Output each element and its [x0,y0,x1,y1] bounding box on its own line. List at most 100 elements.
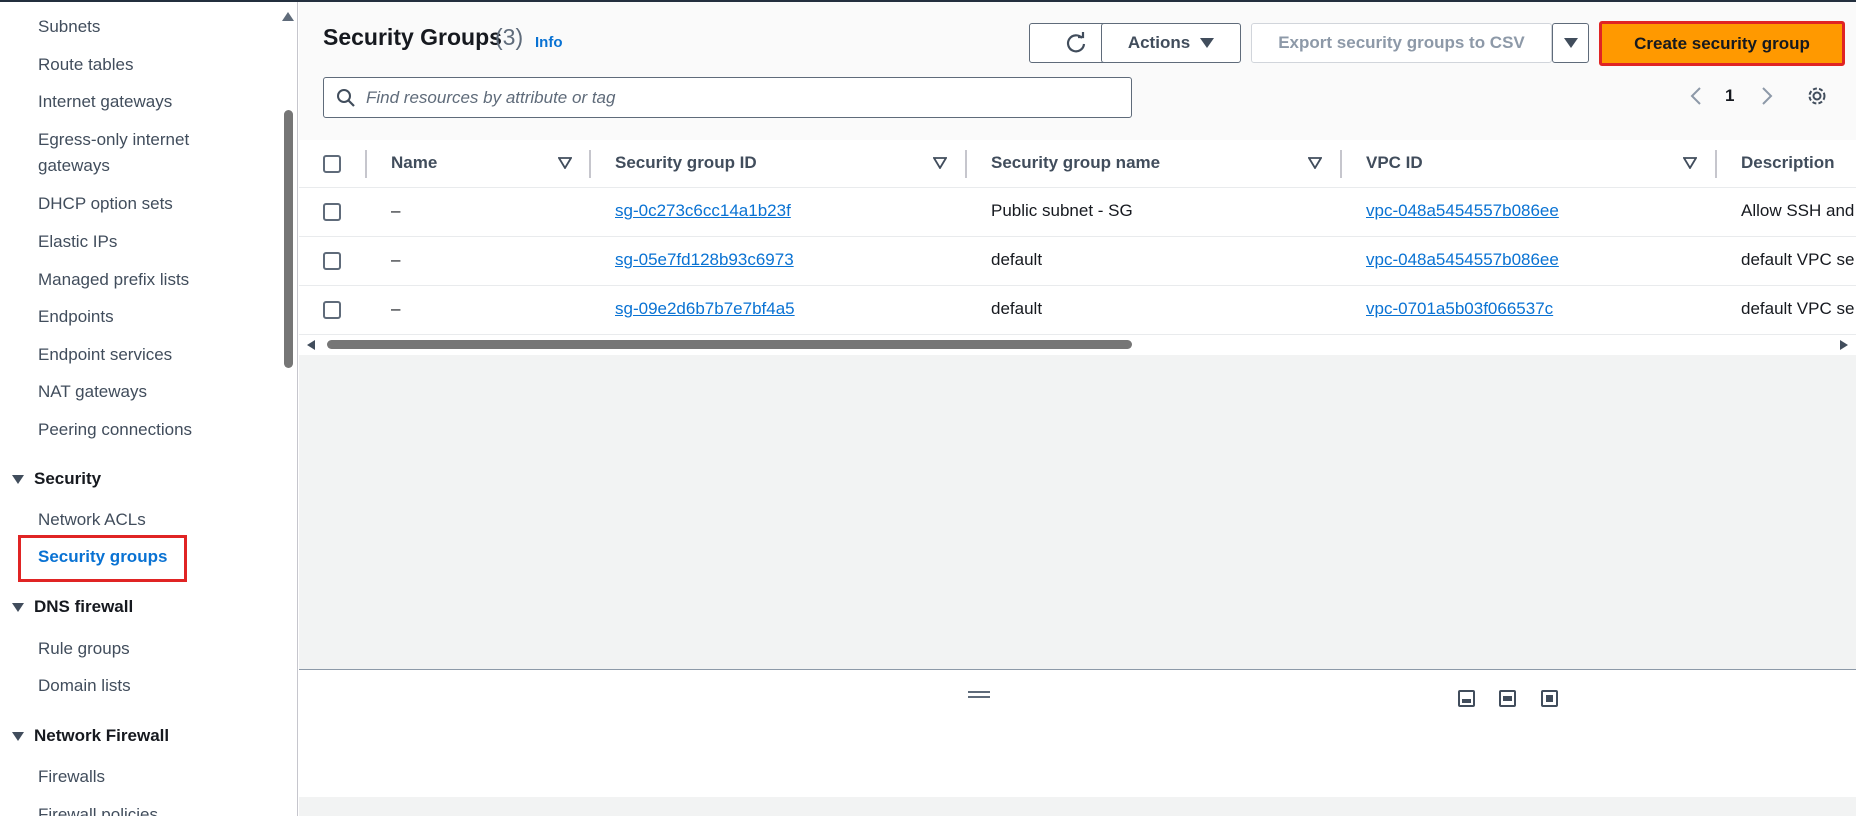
actions-button[interactable]: Actions [1101,23,1241,63]
row-checkbox[interactable] [323,301,341,319]
table-row[interactable]: – sg-05e7fd128b93c6973 default vpc-048a5… [299,237,1856,286]
cell-security-group-name: default [991,299,1043,318]
scroll-up-arrow-icon[interactable] [282,12,294,21]
cell-vpc-id-link[interactable]: vpc-048a5454557b086ee [1366,201,1559,221]
sort-icon[interactable] [1308,157,1322,169]
sidebar-item-firewall-policies[interactable]: Firewall policies [38,802,158,816]
sidebar-item-domain-lists[interactable]: Domain lists [38,673,131,699]
column-divider [365,150,367,178]
drag-handle-icon[interactable] [968,691,990,700]
cell-vpc-id-link[interactable]: vpc-048a5454557b086ee [1366,250,1559,270]
sidebar-item-endpoints[interactable]: Endpoints [38,304,114,330]
cell-security-group-name: Public subnet - SG [991,201,1133,220]
page-title: Security Groups [323,24,502,50]
sidebar-item-endpoint-services[interactable]: Endpoint services [38,342,172,368]
sidebar-item-subnets[interactable]: Subnets [38,14,100,40]
cell-description: Allow SSH and [1741,201,1855,220]
column-header-vpc-id[interactable]: VPC ID [1366,153,1423,173]
main-content: Security Groups (3) Info Actions Export … [299,2,1856,816]
table-row[interactable]: – sg-0c273c6cc14a1b23f Public subnet - S… [299,188,1856,237]
column-divider [1715,150,1717,178]
sidebar-item-firewalls[interactable]: Firewalls [38,764,105,790]
current-page-number[interactable]: 1 [1725,86,1734,106]
export-label: Export security groups to CSV [1278,33,1525,52]
column-header-security-group-name[interactable]: Security group name [991,153,1160,173]
sidebar-item-managed-prefix-lists[interactable]: Managed prefix lists [38,267,189,293]
cell-security-group-id-link[interactable]: sg-09e2d6b7b7e7bf4a5 [615,299,795,319]
sidebar-item-elastic-ips[interactable]: Elastic IPs [38,229,117,255]
sidebar-section-label: DNS firewall [34,597,134,616]
cell-description: default VPC se [1741,250,1855,269]
sidebar-item-rule-groups[interactable]: Rule groups [38,636,130,662]
caret-down-icon [12,602,24,612]
sidebar-section-label: Network Firewall [34,726,170,745]
resource-count: (3) [495,24,524,50]
split-panel-full-icon[interactable] [1541,690,1558,707]
caret-down-icon [1200,38,1215,48]
cell-name: – [391,250,401,269]
chevron-right-icon [1762,87,1773,105]
sidebar-nav: Subnets Route tables Internet gateways E… [0,2,298,816]
footer-strip [299,797,1856,816]
row-checkbox[interactable] [323,203,341,221]
search-input[interactable] [366,87,1106,108]
sidebar-item-dhcp-option-sets[interactable]: DHCP option sets [38,191,173,217]
search-bar [323,77,1132,118]
info-link[interactable]: Info [535,34,563,51]
sidebar-item-egress-only-internet-gateways[interactable]: Egress-only internet [38,127,189,153]
sidebar-item-nat-gateways[interactable]: NAT gateways [38,379,147,405]
gear-icon [1808,87,1826,105]
sidebar-section-security[interactable]: Security [12,469,101,489]
previous-page-button[interactable] [1689,86,1703,106]
preferences-button[interactable] [1806,85,1828,112]
sidebar-item-network-acls[interactable]: Network ACLs [38,507,146,533]
highlight-box [18,535,187,582]
export-csv-button[interactable]: Export security groups to CSV [1251,23,1552,63]
column-header-security-group-id[interactable]: Security group ID [615,153,757,173]
column-divider [589,150,591,178]
split-panel-bottom-icon[interactable] [1458,690,1475,707]
cell-vpc-id-link[interactable]: vpc-0701a5b03f066537c [1366,299,1553,319]
cell-security-group-name: default [991,250,1043,269]
sidebar-item-egress-only-internet-gateways-line2[interactable]: gateways [38,153,110,179]
caret-down-icon [12,731,24,741]
next-page-button[interactable] [1760,86,1774,106]
table-row[interactable]: – sg-09e2d6b7b7e7bf4a5 default vpc-0701a… [299,286,1856,335]
export-dropdown-button[interactable] [1552,23,1589,63]
refresh-icon [1066,32,1086,53]
column-header-name[interactable]: Name [391,153,437,173]
caret-down-icon [12,474,24,484]
create-security-group-button[interactable]: Create security group [1599,21,1845,66]
scroll-left-arrow-icon[interactable] [307,340,315,350]
cell-security-group-id-link[interactable]: sg-0c273c6cc14a1b23f [615,201,791,221]
actions-label: Actions [1127,33,1191,52]
chevron-left-icon [1690,87,1701,105]
split-panel-side-icon[interactable] [1499,690,1516,707]
table-header-row: Name Security group ID Security group na… [299,140,1856,188]
sidebar-section-label: Security [34,469,102,488]
create-label: Create security group [1634,33,1810,53]
select-all-checkbox[interactable] [323,155,341,173]
horizontal-scrollbar-thumb[interactable] [327,340,1132,349]
cell-description: default VPC se [1741,299,1855,318]
column-divider [1340,150,1342,178]
sidebar-section-network-firewall[interactable]: Network Firewall [12,726,169,746]
caret-down-icon [1563,38,1578,48]
column-header-description[interactable]: Description [1741,153,1835,173]
horizontal-scrollbar[interactable] [299,335,1856,355]
sidebar-item-route-tables[interactable]: Route tables [38,52,133,78]
sidebar-item-peering-connections[interactable]: Peering connections [38,417,192,443]
scroll-right-arrow-icon[interactable] [1840,340,1848,350]
split-panel [299,669,1856,797]
row-checkbox[interactable] [323,252,341,270]
cell-security-group-id-link[interactable]: sg-05e7fd128b93c6973 [615,250,794,270]
sidebar-section-dns-firewall[interactable]: DNS firewall [12,597,133,617]
sidebar-item-internet-gateways[interactable]: Internet gateways [38,89,172,115]
cell-name: – [391,201,401,220]
column-divider [965,150,967,178]
sort-icon[interactable] [1683,157,1697,169]
sort-icon[interactable] [933,157,947,169]
cell-name: – [391,299,401,318]
sidebar-scrollbar[interactable] [284,110,293,368]
sort-icon[interactable] [558,157,572,169]
